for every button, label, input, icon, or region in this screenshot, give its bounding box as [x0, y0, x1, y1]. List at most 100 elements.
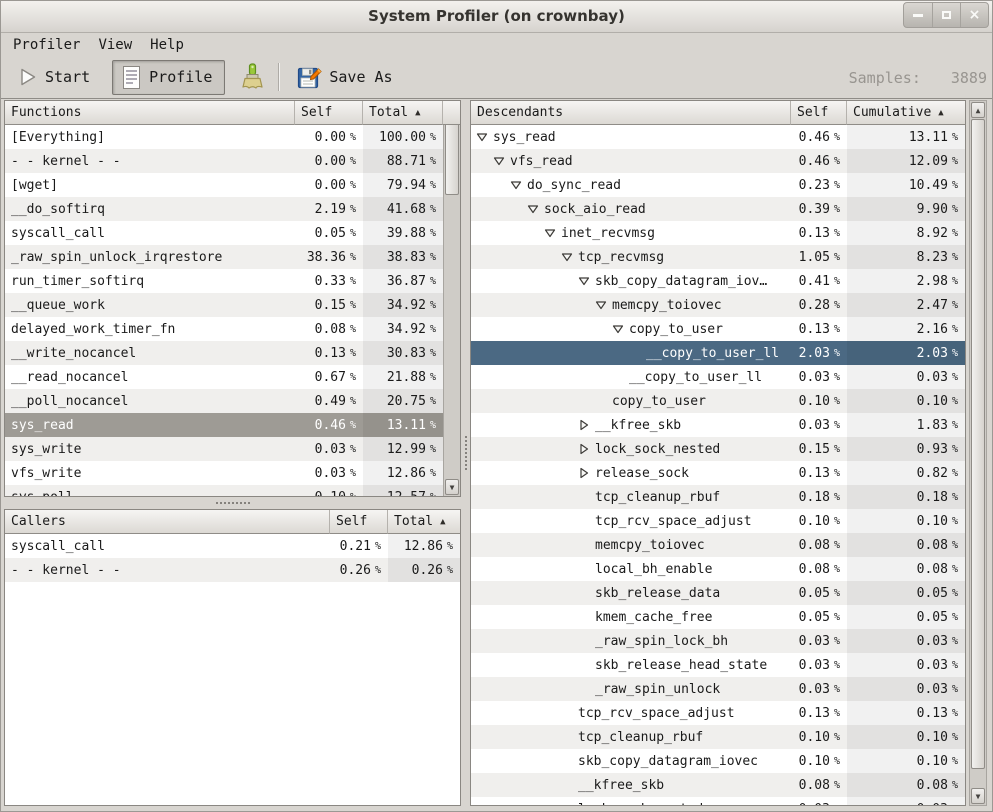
clear-button[interactable] [235, 61, 269, 93]
column-header-descendants[interactable]: Descendants [471, 101, 791, 125]
expander-open-icon[interactable] [493, 155, 510, 167]
titlebar[interactable]: System Profiler (on crownbay) × [0, 0, 993, 33]
column-header-self[interactable]: Self [295, 101, 363, 125]
descendant-row[interactable]: tcp_cleanup_rbuf0.18%0.18% [471, 485, 965, 509]
descendant-row[interactable]: _raw_spin_unlock0.03%0.03% [471, 677, 965, 701]
descendant-row[interactable]: tcp_rcv_space_adjust0.13%0.13% [471, 701, 965, 725]
scrollbar-thumb[interactable] [971, 119, 985, 769]
descendant-row[interactable]: tcp_rcv_space_adjust0.10%0.10% [471, 509, 965, 533]
expander-closed-icon[interactable] [578, 419, 595, 431]
function-row[interactable]: sys_write0.03%12.99% [5, 437, 443, 461]
function-row[interactable]: delayed_work_timer_fn0.08%34.92% [5, 317, 443, 341]
function-row[interactable]: _raw_spin_unlock_irqrestore38.36%38.83% [5, 245, 443, 269]
start-button[interactable]: Start [10, 63, 98, 91]
expander-open-icon[interactable] [544, 227, 561, 239]
scroll-down-button[interactable]: ▼ [971, 788, 985, 804]
cumulative-percent: 0.05% [847, 581, 965, 605]
tree-indent [476, 257, 561, 258]
menu-view[interactable]: View [89, 36, 141, 54]
column-header-functions[interactable]: Functions [5, 101, 295, 125]
descendant-row[interactable]: sys_read0.46%13.11% [471, 125, 965, 149]
descendant-row[interactable]: __kfree_skb0.03%1.83% [471, 413, 965, 437]
profile-toggle-button[interactable]: Profile [112, 60, 225, 95]
descendant-row[interactable]: __kfree_skb0.08%0.08% [471, 773, 965, 797]
descendant-row[interactable]: release_sock0.13%0.82% [471, 461, 965, 485]
function-row[interactable]: syscall_call0.05%39.88% [5, 221, 443, 245]
scroll-down-button[interactable]: ▼ [445, 479, 459, 495]
descendant-row[interactable]: do_sync_read0.23%10.49% [471, 173, 965, 197]
menu-help[interactable]: Help [141, 36, 193, 54]
descendant-row[interactable]: kmem_cache_free0.05%0.05% [471, 605, 965, 629]
menu-profiler[interactable]: Profiler [4, 36, 89, 54]
caller-row[interactable]: syscall_call0.21%12.86% [5, 534, 460, 558]
self-percent: 0.49% [295, 389, 363, 413]
scrollbar-thumb[interactable] [445, 119, 459, 195]
function-row[interactable]: sys_read0.46%13.11% [5, 413, 443, 437]
cumulative-percent: 2.47% [847, 293, 965, 317]
function-name: __kfree_skb [471, 773, 791, 797]
maximize-button[interactable] [932, 3, 960, 27]
descendant-row[interactable]: lock_sock_nested0.15%0.93% [471, 437, 965, 461]
expander-closed-icon[interactable] [578, 467, 595, 479]
descendant-row[interactable]: lock_sock_nested0.03%0.03% [471, 797, 965, 806]
minimize-button[interactable] [904, 3, 932, 27]
function-name: tcp_recvmsg [471, 245, 791, 269]
descendant-row[interactable]: memcpy_toiovec0.28%2.47% [471, 293, 965, 317]
descendant-row[interactable]: copy_to_user0.10%0.10% [471, 389, 965, 413]
descendant-row[interactable]: tcp_cleanup_rbuf0.10%0.10% [471, 725, 965, 749]
expander-open-icon[interactable] [595, 299, 612, 311]
descendant-row[interactable]: skb_release_data0.05%0.05% [471, 581, 965, 605]
descendant-row[interactable]: memcpy_toiovec0.08%0.08% [471, 533, 965, 557]
descendant-row[interactable]: copy_to_user0.13%2.16% [471, 317, 965, 341]
expander-open-icon[interactable] [527, 203, 544, 215]
descendant-row[interactable]: inet_recvmsg0.13%8.92% [471, 221, 965, 245]
descendant-row[interactable]: __copy_to_user_ll2.03%2.03% [471, 341, 965, 365]
column-header-cumulative[interactable]: Cumulative▲ [847, 101, 965, 125]
descendant-row[interactable]: skb_copy_datagram_iovec0.10%0.10% [471, 749, 965, 773]
function-row[interactable]: vfs_write0.03%12.86% [5, 461, 443, 485]
function-row[interactable]: __poll_nocancel0.49%20.75% [5, 389, 443, 413]
descendant-row[interactable]: skb_copy_datagram_iov…0.41%2.98% [471, 269, 965, 293]
function-row[interactable]: [Everything]0.00%100.00% [5, 125, 443, 149]
function-row[interactable]: sys_poll0.10%12.57% [5, 485, 443, 496]
column-header-self[interactable]: Self [791, 101, 847, 125]
vertical-splitter[interactable] [461, 100, 470, 806]
expander-closed-icon[interactable] [578, 443, 595, 455]
function-row[interactable]: __write_nocancel0.13%30.83% [5, 341, 443, 365]
descendant-row[interactable]: vfs_read0.46%12.09% [471, 149, 965, 173]
descendant-row[interactable]: _raw_spin_lock_bh0.03%0.03% [471, 629, 965, 653]
column-header-total[interactable]: Total▲ [363, 101, 443, 125]
descendant-row[interactable]: tcp_recvmsg1.05%8.23% [471, 245, 965, 269]
save-as-button[interactable]: Save As [289, 61, 400, 94]
descendant-row[interactable]: sock_aio_read0.39%9.90% [471, 197, 965, 221]
descendants-scrollbar[interactable]: ▲ ▼ [969, 100, 987, 806]
column-header-callers[interactable]: Callers [5, 510, 330, 534]
expander-open-icon[interactable] [476, 131, 493, 143]
caller-row[interactable]: - - kernel - -0.26%0.26% [5, 558, 460, 582]
functions-scrollbar[interactable]: ▲ ▼ [443, 101, 460, 496]
descendant-row[interactable]: skb_release_head_state0.03%0.03% [471, 653, 965, 677]
descendant-row[interactable]: local_bh_enable0.08%0.08% [471, 557, 965, 581]
tree-indent [476, 449, 578, 450]
scroll-up-button[interactable]: ▲ [971, 102, 985, 118]
function-row[interactable]: __do_softirq2.19%41.68% [5, 197, 443, 221]
horizontal-splitter[interactable] [4, 497, 461, 509]
column-header-self[interactable]: Self [330, 510, 388, 534]
function-name: tcp_cleanup_rbuf [471, 485, 791, 509]
expander-open-icon[interactable] [510, 179, 527, 191]
column-header-total[interactable]: Total▲ [388, 510, 460, 534]
total-percent: 34.92% [363, 293, 443, 317]
function-row[interactable]: run_timer_softirq0.33%36.87% [5, 269, 443, 293]
close-button[interactable]: × [960, 3, 988, 27]
function-row[interactable]: __queue_work0.15%34.92% [5, 293, 443, 317]
function-row[interactable]: [wget]0.00%79.94% [5, 173, 443, 197]
sort-ascending-icon: ▲ [440, 517, 445, 527]
expander-open-icon[interactable] [578, 275, 595, 287]
cumulative-percent: 0.10% [847, 509, 965, 533]
function-row[interactable]: __read_nocancel0.67%21.88% [5, 365, 443, 389]
descendant-row[interactable]: __copy_to_user_ll0.03%0.03% [471, 365, 965, 389]
self-percent: 0.10% [791, 389, 847, 413]
function-row[interactable]: - - kernel - -0.00%88.71% [5, 149, 443, 173]
expander-open-icon[interactable] [612, 323, 629, 335]
expander-open-icon[interactable] [561, 251, 578, 263]
